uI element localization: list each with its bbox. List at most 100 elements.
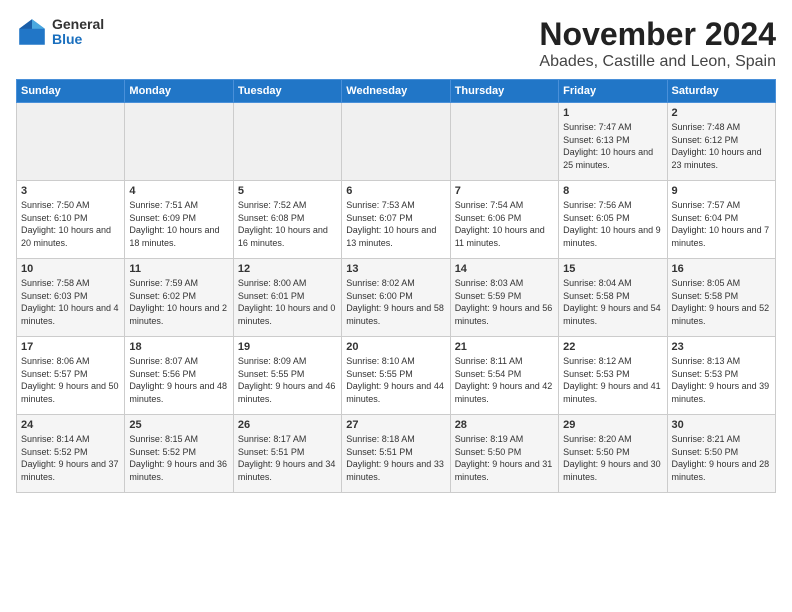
calendar-cell: 23 Sunrise: 8:13 AMSunset: 5:53 PMDayligh…	[667, 337, 775, 415]
title-block: November 2024 Abades, Castille and Leon,…	[539, 16, 776, 71]
day-number: 15	[563, 263, 662, 275]
calendar-cell: 7 Sunrise: 7:54 AMSunset: 6:06 PMDaylight…	[450, 181, 558, 259]
calendar-cell: 13 Sunrise: 8:02 AMSunset: 6:00 PMDayligh…	[342, 259, 450, 337]
calendar-cell: 8 Sunrise: 7:56 AMSunset: 6:05 PMDaylight…	[559, 181, 667, 259]
calendar-cell: 22Sunrise: 8:12 AMSunset: 5:53 PMDayligh…	[559, 337, 667, 415]
location-title: Abades, Castille and Leon, Spain	[539, 53, 776, 71]
day-info: Sunrise: 8:15 AMSunset: 5:52 PMDaylight:…	[129, 433, 228, 483]
calendar-cell	[17, 103, 125, 181]
calendar-cell: 28Sunrise: 8:19 AMSunset: 5:50 PMDayligh…	[450, 415, 558, 493]
day-number: 22	[563, 341, 662, 353]
calendar-week-row: 10Sunrise: 7:58 AMSunset: 6:03 PMDayligh…	[17, 259, 776, 337]
calendar-cell	[450, 103, 558, 181]
calendar-cell: 14 Sunrise: 8:03 AMSunset: 5:59 PMDayligh…	[450, 259, 558, 337]
day-number: 21	[455, 341, 554, 353]
day-info: Sunrise: 7:58 AMSunset: 6:03 PMDaylight:…	[21, 277, 120, 327]
weekday-header-sunday: Sunday	[17, 80, 125, 103]
day-number: 28	[455, 419, 554, 431]
day-info: Sunrise: 7:59 AMSunset: 6:02 PMDaylight:…	[129, 277, 228, 327]
day-info: Sunrise: 7:47 AMSunset: 6:13 PMDaylight:…	[563, 121, 662, 171]
calendar-cell: 29 Sunrise: 8:20 AMSunset: 5:50 PMDayligh…	[559, 415, 667, 493]
calendar-cell: 21 Sunrise: 8:11 AMSunset: 5:54 PMDayligh…	[450, 337, 558, 415]
calendar-cell: 15 Sunrise: 8:04 AMSunset: 5:58 PMDayligh…	[559, 259, 667, 337]
logo-general-text: General	[52, 17, 104, 32]
calendar-table: SundayMondayTuesdayWednesdayThursdayFrid…	[16, 79, 776, 493]
calendar-cell: 12 Sunrise: 8:00 AMSunset: 6:01 PMDayligh…	[233, 259, 341, 337]
calendar-cell: 24 Sunrise: 8:14 AMSunset: 5:52 PMDayligh…	[17, 415, 125, 493]
day-info: Sunrise: 8:21 AMSunset: 5:50 PMDaylight:…	[672, 433, 771, 483]
day-number: 13	[346, 263, 445, 275]
day-info: Sunrise: 8:06 AMSunset: 5:57 PMDaylight:…	[21, 355, 120, 405]
day-number: 14	[455, 263, 554, 275]
calendar-cell: 17 Sunrise: 8:06 AMSunset: 5:57 PMDayligh…	[17, 337, 125, 415]
day-info: Sunrise: 8:13 AMSunset: 5:53 PMDaylight:…	[672, 355, 771, 405]
calendar-cell: 3Sunrise: 7:50 AMSunset: 6:10 PMDaylight…	[17, 181, 125, 259]
day-info: Sunrise: 8:11 AMSunset: 5:54 PMDaylight:…	[455, 355, 554, 405]
day-info: Sunrise: 8:20 AMSunset: 5:50 PMDaylight:…	[563, 433, 662, 483]
page-header: General Blue November 2024 Abades, Casti…	[16, 16, 776, 71]
day-number: 8	[563, 185, 662, 197]
calendar-cell: 10Sunrise: 7:58 AMSunset: 6:03 PMDayligh…	[17, 259, 125, 337]
calendar-cell: 2Sunrise: 7:48 AMSunset: 6:12 PMDaylight…	[667, 103, 775, 181]
weekday-header-row: SundayMondayTuesdayWednesdayThursdayFrid…	[17, 80, 776, 103]
calendar-cell: 19Sunrise: 8:09 AMSunset: 5:55 PMDayligh…	[233, 337, 341, 415]
day-info: Sunrise: 7:54 AMSunset: 6:06 PMDaylight:…	[455, 199, 554, 249]
calendar-cell: 5Sunrise: 7:52 AMSunset: 6:08 PMDaylight…	[233, 181, 341, 259]
weekday-header-friday: Friday	[559, 80, 667, 103]
logo-icon	[16, 16, 48, 48]
logo-text: General Blue	[52, 17, 104, 48]
day-info: Sunrise: 8:07 AMSunset: 5:56 PMDaylight:…	[129, 355, 228, 405]
calendar-cell	[125, 103, 233, 181]
day-number: 11	[129, 263, 228, 275]
day-info: Sunrise: 7:53 AMSunset: 6:07 PMDaylight:…	[346, 199, 445, 249]
day-info: Sunrise: 7:56 AMSunset: 6:05 PMDaylight:…	[563, 199, 662, 249]
day-number: 1	[563, 107, 662, 119]
day-number: 17	[21, 341, 120, 353]
calendar-cell: 27Sunrise: 8:18 AMSunset: 5:51 PMDayligh…	[342, 415, 450, 493]
day-number: 7	[455, 185, 554, 197]
day-number: 23	[672, 341, 771, 353]
day-number: 29	[563, 419, 662, 431]
day-number: 24	[21, 419, 120, 431]
day-info: Sunrise: 8:09 AMSunset: 5:55 PMDaylight:…	[238, 355, 337, 405]
calendar-week-row: 17 Sunrise: 8:06 AMSunset: 5:57 PMDayligh…	[17, 337, 776, 415]
day-info: Sunrise: 8:00 AMSunset: 6:01 PMDaylight:…	[238, 277, 337, 327]
day-number: 25	[129, 419, 228, 431]
day-info: Sunrise: 8:04 AMSunset: 5:58 PMDaylight:…	[563, 277, 662, 327]
calendar-cell: 18 Sunrise: 8:07 AMSunset: 5:56 PMDayligh…	[125, 337, 233, 415]
day-info: Sunrise: 8:14 AMSunset: 5:52 PMDaylight:…	[21, 433, 120, 483]
day-number: 18	[129, 341, 228, 353]
day-number: 9	[672, 185, 771, 197]
month-title: November 2024	[539, 16, 776, 53]
weekday-header-tuesday: Tuesday	[233, 80, 341, 103]
day-number: 12	[238, 263, 337, 275]
weekday-header-saturday: Saturday	[667, 80, 775, 103]
calendar-week-row: 1 Sunrise: 7:47 AMSunset: 6:13 PMDaylight…	[17, 103, 776, 181]
day-number: 27	[346, 419, 445, 431]
day-number: 5	[238, 185, 337, 197]
day-info: Sunrise: 8:05 AMSunset: 5:58 PMDaylight:…	[672, 277, 771, 327]
day-number: 6	[346, 185, 445, 197]
calendar-cell: 26 Sunrise: 8:17 AMSunset: 5:51 PMDayligh…	[233, 415, 341, 493]
calendar-week-row: 3Sunrise: 7:50 AMSunset: 6:10 PMDaylight…	[17, 181, 776, 259]
calendar-cell: 9Sunrise: 7:57 AMSunset: 6:04 PMDaylight…	[667, 181, 775, 259]
day-info: Sunrise: 8:10 AMSunset: 5:55 PMDaylight:…	[346, 355, 445, 405]
calendar-cell: 30Sunrise: 8:21 AMSunset: 5:50 PMDayligh…	[667, 415, 775, 493]
calendar-cell: 11 Sunrise: 7:59 AMSunset: 6:02 PMDayligh…	[125, 259, 233, 337]
calendar-cell: 4 Sunrise: 7:51 AMSunset: 6:09 PMDaylight…	[125, 181, 233, 259]
calendar-cell: 6 Sunrise: 7:53 AMSunset: 6:07 PMDaylight…	[342, 181, 450, 259]
weekday-header-wednesday: Wednesday	[342, 80, 450, 103]
day-number: 4	[129, 185, 228, 197]
calendar-cell: 25 Sunrise: 8:15 AMSunset: 5:52 PMDayligh…	[125, 415, 233, 493]
weekday-header-monday: Monday	[125, 80, 233, 103]
day-info: Sunrise: 8:02 AMSunset: 6:00 PMDaylight:…	[346, 277, 445, 327]
day-info: Sunrise: 8:17 AMSunset: 5:51 PMDaylight:…	[238, 433, 337, 483]
calendar-cell	[233, 103, 341, 181]
day-info: Sunrise: 8:03 AMSunset: 5:59 PMDaylight:…	[455, 277, 554, 327]
calendar-cell	[342, 103, 450, 181]
calendar-cell: 16Sunrise: 8:05 AMSunset: 5:58 PMDayligh…	[667, 259, 775, 337]
logo-blue-text: Blue	[52, 32, 104, 47]
day-number: 3	[21, 185, 120, 197]
day-number: 26	[238, 419, 337, 431]
day-info: Sunrise: 7:51 AMSunset: 6:09 PMDaylight:…	[129, 199, 228, 249]
